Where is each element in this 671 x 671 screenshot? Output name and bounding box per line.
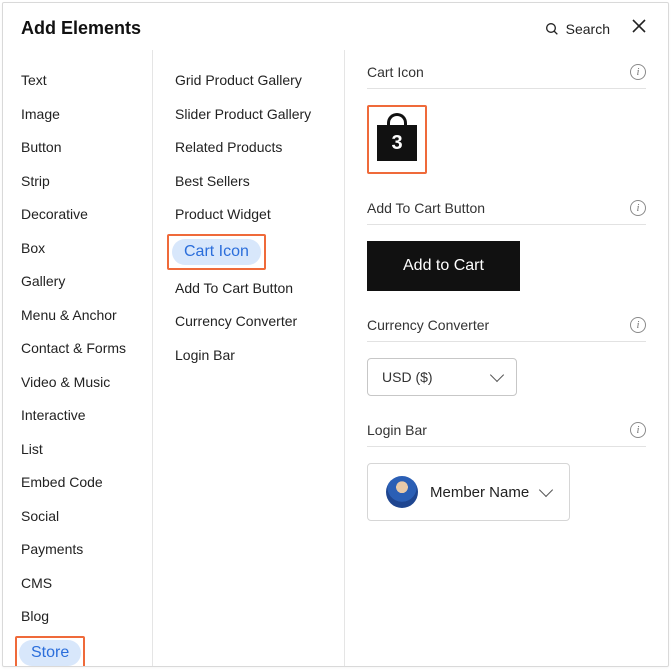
- section-header: Currency Converter i: [367, 317, 646, 342]
- info-icon[interactable]: i: [630, 200, 646, 216]
- category-label: Store: [31, 644, 69, 661]
- category-label: Blog: [21, 608, 49, 624]
- subcategory-item[interactable]: Product Widget: [153, 198, 344, 232]
- category-item[interactable]: Box: [3, 232, 152, 266]
- subcategory-item[interactable]: Login Bar: [153, 339, 344, 373]
- category-label: Social: [21, 508, 59, 524]
- section-header: Login Bar i: [367, 422, 646, 447]
- category-item[interactable]: Social: [3, 500, 152, 534]
- section-add-to-cart: Add To Cart Button i Add to Cart: [367, 200, 646, 291]
- category-item-store[interactable]: Store: [19, 640, 81, 666]
- chevron-down-icon: [539, 483, 553, 497]
- category-label: Button: [21, 139, 61, 155]
- category-item[interactable]: Interactive: [3, 399, 152, 433]
- subcategory-label: Product Widget: [175, 206, 271, 222]
- section-login-bar: Login Bar i Member Name: [367, 422, 646, 521]
- login-bar-element[interactable]: Member Name: [367, 463, 570, 521]
- shopping-bag-icon: 3: [375, 113, 419, 161]
- category-item[interactable]: Menu & Anchor: [3, 299, 152, 333]
- highlight-box: Store: [15, 636, 85, 668]
- subcategory-label: Login Bar: [175, 347, 235, 363]
- section-title: Add To Cart Button: [367, 200, 630, 216]
- category-item[interactable]: Blog: [3, 600, 152, 634]
- close-button[interactable]: [628, 17, 650, 40]
- info-icon[interactable]: i: [630, 422, 646, 438]
- category-item[interactable]: Strip: [3, 165, 152, 199]
- section-title: Cart Icon: [367, 64, 630, 80]
- subcategory-label: Cart Icon: [184, 243, 249, 260]
- panel-body: Text Image Button Strip Decorative Box G…: [3, 50, 668, 666]
- category-label: Video & Music: [21, 374, 110, 390]
- subcategory-item[interactable]: Slider Product Gallery: [153, 98, 344, 132]
- search-label: Search: [566, 21, 610, 37]
- search-button[interactable]: Search: [544, 21, 610, 37]
- chevron-down-icon: [490, 368, 504, 382]
- category-item[interactable]: Contact & Forms: [3, 332, 152, 366]
- cart-count: 3: [375, 132, 419, 155]
- member-name-label: Member Name: [430, 484, 529, 501]
- section-header: Add To Cart Button i: [367, 200, 646, 225]
- panel-header: Add Elements Search: [3, 3, 668, 50]
- category-item[interactable]: Button: [3, 131, 152, 165]
- subcategory-item[interactable]: Grid Product Gallery: [153, 64, 344, 98]
- category-label: Embed Code: [21, 474, 103, 490]
- category-label: Interactive: [21, 407, 86, 423]
- highlight-box: 3: [367, 105, 427, 174]
- highlight-box: Cart Icon: [167, 234, 266, 270]
- info-icon[interactable]: i: [630, 317, 646, 333]
- category-item[interactable]: Image: [3, 98, 152, 132]
- panel-title: Add Elements: [21, 18, 544, 39]
- category-item[interactable]: List: [3, 433, 152, 467]
- section-currency-converter: Currency Converter i USD ($): [367, 317, 646, 396]
- subcategory-list: Grid Product Gallery Slider Product Gall…: [153, 50, 345, 666]
- category-label: List: [21, 441, 43, 457]
- currency-selected-value: USD ($): [382, 369, 433, 385]
- category-item[interactable]: Payments: [3, 533, 152, 567]
- preview-pane: Cart Icon i 3 Add To Cart Button: [345, 50, 668, 666]
- subcategory-label: Slider Product Gallery: [175, 106, 311, 122]
- cart-icon-element[interactable]: 3: [375, 113, 419, 166]
- category-list: Text Image Button Strip Decorative Box G…: [3, 50, 153, 666]
- subcategory-item-cart-icon[interactable]: Cart Icon: [172, 239, 261, 265]
- add-elements-panel: Add Elements Search Text Image Button St…: [2, 2, 669, 667]
- close-icon: [632, 19, 646, 33]
- info-icon[interactable]: i: [630, 64, 646, 80]
- subcategory-label: Best Sellers: [175, 173, 250, 189]
- subcategory-item[interactable]: Add To Cart Button: [153, 272, 344, 306]
- category-label: Menu & Anchor: [21, 307, 117, 323]
- category-item[interactable]: CMS: [3, 567, 152, 601]
- subcategory-label: Add To Cart Button: [175, 280, 293, 296]
- add-to-cart-button[interactable]: Add to Cart: [367, 241, 520, 291]
- category-item[interactable]: Embed Code: [3, 466, 152, 500]
- subcategory-label: Currency Converter: [175, 313, 297, 329]
- subcategory-item[interactable]: Best Sellers: [153, 165, 344, 199]
- category-item[interactable]: Gallery: [3, 265, 152, 299]
- section-title: Currency Converter: [367, 317, 630, 333]
- category-item[interactable]: Text: [3, 64, 152, 98]
- category-label: Box: [21, 240, 45, 256]
- category-item[interactable]: Decorative: [3, 198, 152, 232]
- category-label: Contact & Forms: [21, 340, 126, 356]
- section-title: Login Bar: [367, 422, 630, 438]
- subcategory-label: Grid Product Gallery: [175, 72, 302, 88]
- category-label: Text: [21, 72, 47, 88]
- category-label: Decorative: [21, 206, 88, 222]
- category-label: CMS: [21, 575, 52, 591]
- section-cart-icon: Cart Icon i 3: [367, 64, 646, 174]
- category-item[interactable]: Video & Music: [3, 366, 152, 400]
- subcategory-item[interactable]: Currency Converter: [153, 305, 344, 339]
- section-header: Cart Icon i: [367, 64, 646, 89]
- currency-select[interactable]: USD ($): [367, 358, 517, 396]
- subcategory-item[interactable]: Related Products: [153, 131, 344, 165]
- search-icon: [544, 21, 560, 37]
- category-label: Strip: [21, 173, 50, 189]
- category-label: Gallery: [21, 273, 65, 289]
- category-label: Payments: [21, 541, 83, 557]
- category-label: Image: [21, 106, 60, 122]
- subcategory-label: Related Products: [175, 139, 282, 155]
- avatar: [386, 476, 418, 508]
- button-label: Add to Cart: [403, 257, 484, 274]
